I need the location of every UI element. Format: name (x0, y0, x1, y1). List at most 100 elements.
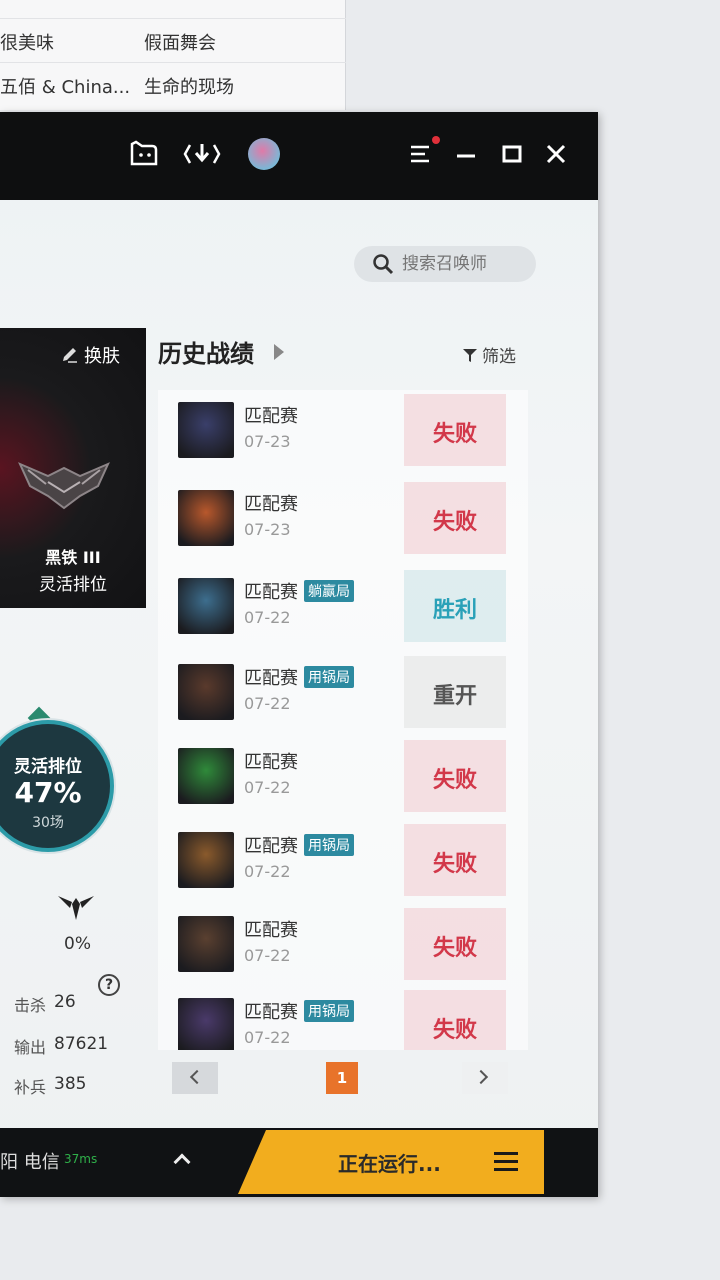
match-row[interactable]: 匹配赛 07-22 失败 (158, 908, 528, 992)
match-date: 07-22 (244, 608, 291, 627)
stat-value: 87621 (54, 1034, 109, 1054)
summoner-search[interactable] (354, 246, 536, 282)
search-input[interactable] (402, 254, 532, 274)
game-client-window: 换肤 黑铁 III 灵活排位 灵活排位 47% 30场 0% ? 击杀 26 输… (0, 112, 598, 1197)
next-page-button[interactable] (462, 1062, 508, 1094)
match-result: 失败 (432, 936, 477, 961)
match-date: 07-23 (244, 432, 291, 451)
match-row[interactable]: 匹配赛 用锅局 07-22 失败 (158, 824, 528, 908)
match-mode: 匹配赛 (244, 836, 298, 857)
champion-avatar (178, 832, 234, 888)
rank-card: 换肤 黑铁 III 灵活排位 (0, 328, 146, 608)
chevron-right-icon[interactable] (274, 344, 284, 360)
minimize-icon[interactable] (446, 134, 486, 174)
match-tag: 躺赢局 (304, 580, 354, 602)
champion-avatar (178, 402, 234, 458)
running-button[interactable]: 正在运行... (238, 1130, 544, 1194)
hamburger-icon[interactable] (494, 1152, 518, 1176)
wings-icon (58, 896, 94, 920)
match-mode: 匹配赛 (244, 752, 298, 773)
match-row[interactable]: 匹配赛 用锅局 07-22 重开 (158, 656, 528, 740)
match-date: 07-22 (244, 1028, 291, 1047)
chevron-up-icon[interactable] (173, 1153, 191, 1171)
prev-page-button[interactable] (172, 1062, 218, 1094)
match-result: 失败 (432, 768, 477, 793)
tv-icon[interactable] (124, 134, 164, 174)
stat-label: 补兵 (13, 1078, 46, 1097)
match-row[interactable]: 匹配赛 躺赢局 07-22 胜利 (158, 570, 528, 654)
search-icon (373, 254, 394, 275)
match-row[interactable]: 匹配赛 用锅局 07-22 失败 (158, 990, 528, 1050)
list-item[interactable]: 很美味 假面舞会 (0, 18, 346, 62)
chevron-right-icon (473, 1069, 489, 1085)
match-result: 失败 (432, 852, 477, 877)
list-item[interactable]: 五佰 & China... 生命的现场 (0, 62, 346, 106)
filter-label: 筛选 (482, 347, 516, 367)
pencil-icon (63, 348, 77, 363)
match-date: 07-22 (244, 778, 291, 797)
stat-label: 击杀 (13, 996, 46, 1015)
maximize-icon[interactable] (492, 134, 532, 174)
result-box: 失败 (404, 394, 506, 466)
ping-value: 37ms (64, 1152, 98, 1166)
match-result: 失败 (432, 1018, 477, 1043)
iron-rank-emblem-icon (18, 462, 110, 510)
match-history-list: 匹配赛 07-23 失败 匹配赛 07-23 失败 匹配赛 躺赢局 07-22 … (158, 390, 528, 1050)
match-result: 失败 (432, 422, 477, 447)
filter-icon (463, 348, 477, 362)
server-label: 阳 电信 (0, 1152, 60, 1173)
match-mode: 匹配赛 (244, 582, 298, 603)
rank-tier: 黑铁 III (45, 548, 101, 567)
rank-queue: 灵活排位 (39, 575, 107, 595)
stat-value: 26 (54, 992, 76, 1012)
song-title: 很美味 (0, 33, 54, 54)
chevron-left-icon (189, 1069, 205, 1085)
match-result: 胜利 (432, 598, 477, 623)
stat-value: 385 (54, 1074, 87, 1094)
match-tag: 用锅局 (304, 666, 354, 688)
title-bar (0, 112, 598, 200)
match-mode: 匹配赛 (244, 668, 298, 689)
stat-percentage: 0% (64, 934, 91, 954)
champion-avatar (178, 490, 234, 546)
match-mode: 匹配赛 (244, 494, 298, 515)
stat-label: 输出 (13, 1038, 46, 1057)
champion-avatar (178, 916, 234, 972)
winrate-queue-label: 灵活排位 (14, 757, 82, 777)
history-title[interactable]: 历史战绩 (158, 334, 254, 369)
result-box: 胜利 (404, 570, 506, 642)
match-row[interactable]: 匹配赛 07-23 失败 (158, 394, 528, 478)
running-label: 正在运行... (338, 1152, 441, 1176)
match-date: 07-22 (244, 862, 291, 881)
winrate-circle: 灵活排位 47% 30场 (0, 720, 114, 852)
champion-avatar (178, 578, 234, 634)
current-page[interactable]: 1 (326, 1062, 358, 1094)
filter-button[interactable]: 筛选 (462, 342, 516, 367)
result-box: 失败 (404, 908, 506, 980)
result-box: 失败 (404, 482, 506, 554)
album-title: 生命的现场 (144, 77, 234, 98)
footer-bar: 阳 电信 37ms 正在运行... (0, 1128, 598, 1197)
change-skin-button[interactable]: 换肤 (60, 342, 120, 368)
help-icon[interactable]: ? (98, 974, 120, 996)
close-icon[interactable] (536, 134, 576, 174)
match-row[interactable]: 匹配赛 07-22 失败 (158, 740, 528, 824)
match-row[interactable]: 匹配赛 07-23 失败 (158, 482, 528, 566)
match-result: 失败 (432, 510, 477, 535)
match-result: 重开 (432, 684, 477, 709)
list-item[interactable] (0, 0, 346, 16)
match-mode: 匹配赛 (244, 920, 298, 941)
background-music-window: 很美味 假面舞会 五佰 & China... 生命的现场 (0, 0, 346, 110)
download-icon[interactable] (182, 134, 222, 174)
match-date: 07-23 (244, 520, 291, 539)
skin-button-label: 换肤 (84, 346, 120, 367)
avatar-icon[interactable] (248, 138, 280, 170)
match-date: 07-22 (244, 946, 291, 965)
winrate-games: 30场 (32, 815, 64, 831)
winrate-value: 47% (14, 776, 82, 809)
champion-avatar (178, 998, 234, 1050)
champion-avatar (178, 664, 234, 720)
match-tag: 用锅局 (304, 1000, 354, 1022)
menu-icon[interactable] (402, 134, 442, 174)
notification-dot (432, 136, 440, 144)
